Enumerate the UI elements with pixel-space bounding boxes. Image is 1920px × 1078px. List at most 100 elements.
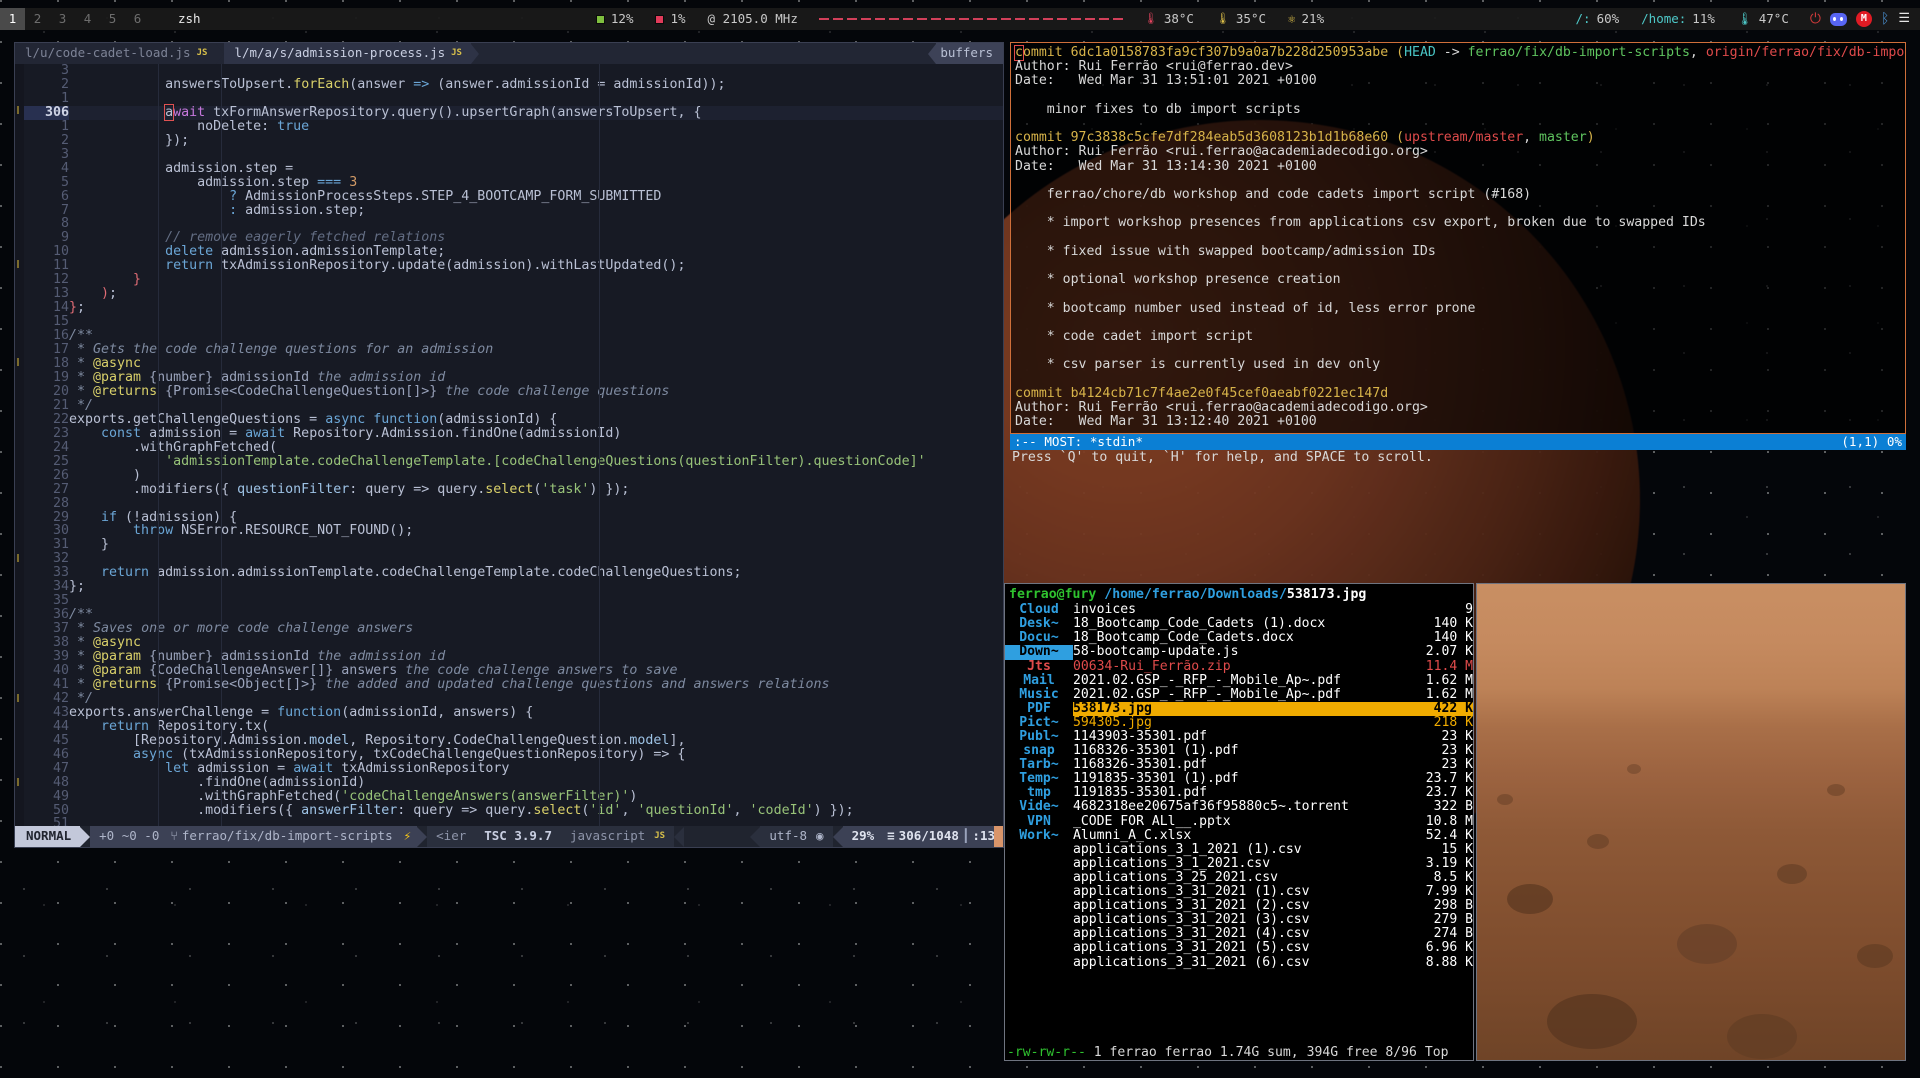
parent-dir-label[interactable]: Work~ <box>1005 828 1073 843</box>
file-row[interactable]: applications_3_31_2021 (2).csv 298 B <box>1005 899 1473 913</box>
file-name[interactable]: applications_3_1_2021 (1).csv <box>1073 842 1414 857</box>
parent-dir-label[interactable]: Publ~ <box>1005 729 1073 744</box>
code-editor-window[interactable]: l/u/code-cadet-load.js JS l/m/a/s/admiss… <box>14 42 1004 848</box>
file-name[interactable]: 2021.02.GSP_-_RFP_-_Mobile_Ap~.pdf <box>1073 687 1414 702</box>
file-name[interactable]: invoices <box>1073 603 1414 617</box>
file-name[interactable]: applications_3_1_2021.csv <box>1073 856 1414 871</box>
parent-dir-label[interactable] <box>1005 871 1073 885</box>
file-row[interactable]: Vide~ 4682318ee20675af36f95880c5~.torrent… <box>1005 800 1473 814</box>
parent-dir-label[interactable]: Jts <box>1005 659 1073 674</box>
parent-dir-label[interactable] <box>1005 941 1073 955</box>
file-name[interactable]: Alumni_A_C.xlsx <box>1073 828 1414 843</box>
workspace-3[interactable]: 3 <box>50 8 75 30</box>
file-name[interactable]: 4682318ee20675af36f95880c5~.torrent <box>1073 800 1414 814</box>
file-name[interactable]: 1143903-35301.pdf <box>1073 729 1414 744</box>
file-name[interactable]: applications_3_31_2021 (4).csv <box>1073 927 1414 941</box>
file-row[interactable]: Work~ Alumni_A_C.xlsx 52.4 K <box>1005 828 1473 843</box>
parent-dir-label[interactable]: Down~ <box>1005 645 1073 660</box>
workspace-4[interactable]: 4 <box>75 8 100 30</box>
file-name[interactable]: 594305.jpg <box>1073 715 1414 730</box>
parent-dir-label[interactable]: snap <box>1005 744 1073 758</box>
file-name[interactable]: 1191835-35301 (1).pdf <box>1073 772 1414 786</box>
file-row[interactable]: Mail 2021.02.GSP_-_RFP_-_Mobile_Ap~.pdf 1.… <box>1005 673 1473 688</box>
file-row[interactable]: applications_3_31_2021 (5).csv 6.96 K <box>1005 941 1473 955</box>
code-area[interactable]: 3 2 answersToUpsert.forEach(answer => (a… <box>15 64 1003 828</box>
file-row[interactable]: Temp~ 1191835-35301 (1).pdf 23.7 K <box>1005 772 1473 786</box>
parent-dir-label[interactable]: Cloud <box>1005 603 1073 617</box>
file-name[interactable]: 1168326-35301 (1).pdf <box>1073 744 1414 758</box>
git-log-terminal[interactable]: commit 6dc1a0158783fa9cf307b9a0a7b228d25… <box>1010 42 1906 434</box>
workspace-1[interactable]: 1 <box>0 8 25 30</box>
git-commit-author: Author: Rui Ferrão <rui.ferrao@academiad… <box>1015 400 1428 416</box>
file-name[interactable]: 18_Bootcamp_Code_Cadets.docx <box>1073 631 1414 645</box>
file-name[interactable]: applications_3_31_2021 (6).csv <box>1073 955 1414 970</box>
file-row[interactable]: applications_3_31_2021 (6).csv 8.88 K <box>1005 955 1473 970</box>
parent-dir-label[interactable] <box>1005 843 1073 857</box>
file-row[interactable]: Cloud invoices 9 <box>1005 603 1473 617</box>
file-row[interactable]: Music 2021.02.GSP_-_RFP_-_Mobile_Ap~.pdf 1… <box>1005 687 1473 702</box>
parent-dir-label[interactable] <box>1005 927 1073 941</box>
file-row[interactable]: Jts 00634-Rui_Ferrão.zip 11.4 M <box>1005 659 1473 674</box>
file-manager[interactable]: ferrao@fury /home/ferrao/Downloads/53817… <box>1004 583 1474 1061</box>
file-row[interactable]: VPN _CODE FOR ALl__.pptx 10.8 M <box>1005 814 1473 829</box>
parent-dir-label[interactable]: Mail <box>1005 673 1073 688</box>
file-row[interactable]: Desk~ 18_Bootcamp_Code_Cadets (1).docx 140… <box>1005 617 1473 631</box>
file-name[interactable]: 18_Bootcamp_Code_Cadets (1).docx <box>1073 617 1414 631</box>
file-row[interactable]: applications_3_1_2021.csv 3.19 K <box>1005 856 1473 871</box>
file-row[interactable]: Tarb~ 1168326-35301.pdf 23 K <box>1005 758 1473 772</box>
tab-code-cadet-load[interactable]: l/u/code-cadet-load.js JS <box>15 43 216 64</box>
tab-admission-process[interactable]: l/m/a/s/admission-process.js JS <box>224 43 471 64</box>
buffers-indicator[interactable]: buffers <box>928 43 1003 64</box>
bluetooth-icon[interactable]: ᛒ <box>1881 11 1889 27</box>
parent-dir-label[interactable]: Desk~ <box>1005 617 1073 631</box>
file-name[interactable]: 538173.jpg <box>1073 701 1415 716</box>
file-row[interactable]: PDF 538173.jpg 422 K <box>1005 701 1473 716</box>
cpu-icon <box>595 14 605 24</box>
file-list[interactable]: Cloud invoices 9 Desk~ 18_Bootcamp_Code_Cade… <box>1005 603 1473 969</box>
parent-dir-label[interactable] <box>1005 899 1073 913</box>
parent-dir-label[interactable]: Temp~ <box>1005 772 1073 786</box>
parent-dir-label[interactable] <box>1005 913 1073 927</box>
file-row[interactable]: applications_3_1_2021 (1).csv 15 K <box>1005 842 1473 857</box>
power-icon[interactable]: ⏻ <box>1810 11 1821 27</box>
file-row[interactable]: Docu~ 18_Bootcamp_Code_Cadets.docx 140 K <box>1005 631 1473 645</box>
file-row[interactable]: Down~ 58-bootcamp-update.js 2.07 K <box>1005 645 1473 660</box>
file-name[interactable]: 1168326-35301.pdf <box>1073 758 1414 772</box>
volume-icon[interactable]: ☰ <box>1898 11 1910 27</box>
parent-dir-label[interactable]: tmp <box>1005 786 1073 800</box>
parent-dir-label[interactable]: Tarb~ <box>1005 758 1073 772</box>
file-name[interactable]: applications_3_31_2021 (3).csv <box>1073 913 1414 927</box>
workspace-2[interactable]: 2 <box>25 8 50 30</box>
file-row[interactable]: tmp 1191835-35301.pdf 23.7 K <box>1005 786 1473 800</box>
file-name[interactable]: _CODE FOR ALl__.pptx <box>1073 814 1414 829</box>
file-row[interactable]: Pict~ 594305.jpg 218 K <box>1005 715 1473 730</box>
file-row[interactable]: applications_3_31_2021 (3).csv 279 B <box>1005 913 1473 927</box>
parent-dir-label[interactable]: VPN <box>1005 814 1073 829</box>
file-name[interactable]: 00634-Rui_Ferrão.zip <box>1073 659 1414 674</box>
parent-dir-label[interactable] <box>1005 885 1073 899</box>
file-row[interactable]: applications_3_31_2021 (1).csv 7.99 K <box>1005 884 1473 899</box>
file-name[interactable]: 1191835-35301.pdf <box>1073 786 1414 800</box>
file-name[interactable]: 58-bootcamp-update.js <box>1073 645 1414 659</box>
file-row[interactable]: snap 1168326-35301 (1).pdf 23 K <box>1005 744 1473 758</box>
parent-dir-label[interactable]: Docu~ <box>1005 631 1073 645</box>
mail-badge-icon[interactable]: M <box>1855 11 1872 27</box>
parent-dir-label[interactable]: PDF <box>1005 701 1073 716</box>
workspace-5[interactable]: 5 <box>100 8 125 30</box>
file-name[interactable]: applications_3_25_2021.csv <box>1073 870 1414 885</box>
parent-dir-label[interactable]: Pict~ <box>1005 715 1073 730</box>
tray-area: /: 60% /home: 11% 🌡 47°C ⏻ M ᛒ ☰ <box>1565 11 1915 27</box>
file-name[interactable]: 2021.02.GSP_-_RFP_-_Mobile_Ap~.pdf <box>1073 673 1414 688</box>
file-name[interactable]: applications_3_31_2021 (5).csv <box>1073 941 1414 955</box>
file-row[interactable]: Publ~ 1143903-35301.pdf 23 K <box>1005 729 1473 744</box>
parent-dir-label[interactable] <box>1005 857 1073 871</box>
file-row[interactable]: applications_3_25_2021.csv 8.5 K <box>1005 870 1473 885</box>
parent-dir-label[interactable]: Music <box>1005 687 1073 702</box>
parent-dir-label[interactable] <box>1005 956 1073 970</box>
workspace-6[interactable]: 6 <box>125 8 150 30</box>
file-row[interactable]: applications_3_31_2021 (4).csv 274 B <box>1005 927 1473 941</box>
discord-icon[interactable] <box>1829 12 1847 26</box>
file-name[interactable]: applications_3_31_2021 (2).csv <box>1073 899 1414 913</box>
file-name[interactable]: applications_3_31_2021 (1).csv <box>1073 884 1414 899</box>
parent-dir-label[interactable]: Vide~ <box>1005 800 1073 814</box>
